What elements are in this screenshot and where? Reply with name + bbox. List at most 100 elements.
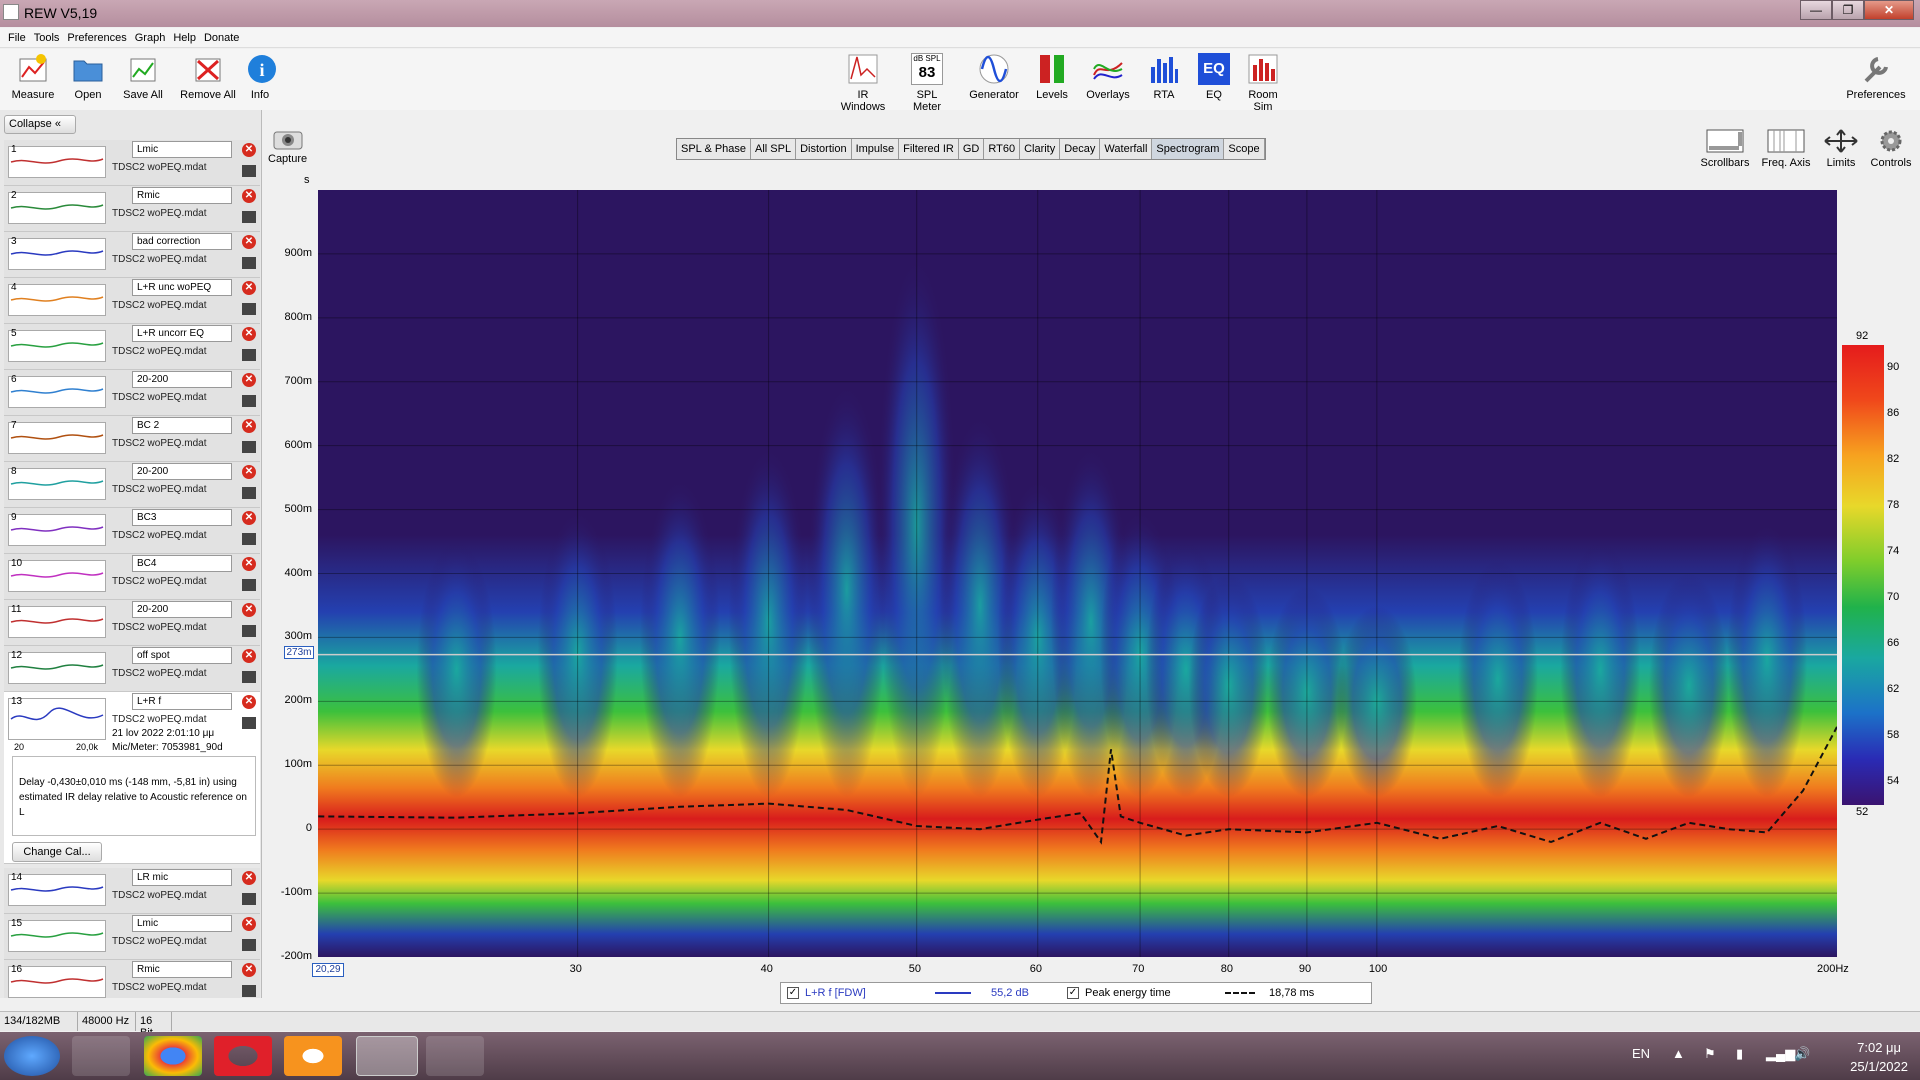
measurement-name-field[interactable]: Lmic — [132, 915, 232, 932]
tab-gd[interactable]: GD — [959, 139, 985, 159]
measurement-item[interactable]: 16 Rmic ✕ TDSC2 woPEQ.mdat — [4, 960, 260, 998]
lock-icon[interactable] — [242, 985, 256, 997]
measurement-name-field[interactable]: bad correction — [132, 233, 232, 250]
remove-measurement-icon[interactable]: ✕ — [242, 465, 256, 479]
spl-meter-button[interactable]: dB SPL 83 SPL Meter — [902, 53, 952, 113]
rew-taskbar-icon[interactable] — [356, 1036, 418, 1076]
remove-measurement-icon[interactable]: ✕ — [242, 649, 256, 663]
overlays-button[interactable]: Overlays — [1084, 53, 1132, 101]
tab-rt60[interactable]: RT60 — [984, 139, 1021, 159]
menu-file[interactable]: File — [8, 32, 26, 44]
paint-taskbar-icon[interactable] — [426, 1036, 484, 1076]
start-button[interactable] — [4, 1036, 60, 1076]
signal-icon[interactable]: ▂▄▆ — [1766, 1046, 1795, 1062]
peak-checkbox[interactable]: ✓ — [1067, 987, 1079, 999]
measurement-item[interactable]: 15 Lmic ✕ TDSC2 woPEQ.mdat — [4, 914, 260, 960]
menu-tools[interactable]: Tools — [34, 32, 60, 44]
measurement-item[interactable]: 8 20-200 ✕ TDSC2 woPEQ.mdat — [4, 462, 260, 508]
lock-icon[interactable] — [242, 395, 256, 407]
remove-measurement-icon[interactable]: ✕ — [242, 189, 256, 203]
room-sim-button[interactable]: Room Sim — [1238, 53, 1288, 113]
measure-button[interactable]: Measure — [10, 53, 56, 101]
measurement-item[interactable]: 14 LR mic ✕ TDSC2 woPEQ.mdat — [4, 868, 260, 914]
save-all-button[interactable]: Save All — [120, 53, 166, 101]
lock-icon[interactable] — [242, 165, 256, 177]
lock-icon[interactable] — [242, 579, 256, 591]
measurement-name-field[interactable]: Rmic — [132, 961, 232, 978]
ir-windows-button[interactable]: IR Windows — [834, 53, 892, 113]
remove-measurement-icon[interactable]: ✕ — [242, 373, 256, 387]
change-cal-button[interactable]: Change Cal... — [12, 842, 102, 862]
freq-axis-button[interactable]: Freq. Axis — [1760, 128, 1812, 169]
remove-measurement-icon[interactable]: ✕ — [242, 557, 256, 571]
measurement-item[interactable]: 5 L+R uncorr EQ ✕ TDSC2 woPEQ.mdat — [4, 324, 260, 370]
remove-measurement-icon[interactable]: ✕ — [242, 871, 256, 885]
measurement-name-field[interactable]: LR mic — [132, 869, 232, 886]
info-button[interactable]: i Info — [246, 53, 276, 101]
tab-waterfall[interactable]: Waterfall — [1100, 139, 1153, 159]
measurement-item[interactable]: 7 BC 2 ✕ TDSC2 woPEQ.mdat — [4, 416, 260, 462]
clock[interactable]: 7:02 μμ 25/1/2022 — [1850, 1038, 1908, 1076]
remove-measurement-icon[interactable]: ✕ — [242, 235, 256, 249]
tab-scope[interactable]: Scope — [1224, 139, 1265, 159]
measurement-name-field[interactable]: L+R uncorr EQ — [132, 325, 232, 342]
measurement-item[interactable]: 12 off spot ✕ TDSC2 woPEQ.mdat — [4, 646, 260, 692]
remove-measurement-icon[interactable]: ✕ — [242, 419, 256, 433]
minimize-button[interactable]: — — [1800, 0, 1832, 20]
remove-measurement-icon[interactable]: ✕ — [242, 963, 256, 977]
remove-measurement-icon[interactable]: ✕ — [242, 695, 256, 709]
lock-icon[interactable] — [242, 717, 256, 729]
remove-measurement-icon[interactable]: ✕ — [242, 917, 256, 931]
remove-all-button[interactable]: Remove All — [178, 53, 238, 101]
selected-measurement[interactable]: 13 20 20,0k L+R f ✕ TDSC2 woPEQ.mdat 21 lov 20… — [4, 692, 260, 864]
lock-icon[interactable] — [242, 441, 256, 453]
limits-button[interactable]: Limits — [1822, 128, 1860, 169]
lock-icon[interactable] — [242, 533, 256, 545]
tab-clarity[interactable]: Clarity — [1020, 139, 1061, 159]
remove-measurement-icon[interactable]: ✕ — [242, 143, 256, 157]
language-indicator[interactable]: EN — [1632, 1046, 1650, 1061]
volume-icon[interactable]: 🔊 — [1794, 1046, 1810, 1062]
measurement-item[interactable]: 9 BC3 ✕ TDSC2 woPEQ.mdat — [4, 508, 260, 554]
measurement-name-field[interactable]: L+R unc woPEQ — [132, 279, 232, 296]
measurement-name-field[interactable]: Rmic — [132, 187, 232, 204]
measurement-item[interactable]: 4 L+R unc woPEQ ✕ TDSC2 woPEQ.mdat — [4, 278, 260, 324]
open-button[interactable]: Open — [70, 53, 106, 101]
lock-icon[interactable] — [242, 257, 256, 269]
measurement-item[interactable]: 3 bad correction ✕ TDSC2 woPEQ.mdat — [4, 232, 260, 278]
measurement-name-field[interactable]: 20-200 — [132, 601, 232, 618]
menu-preferences[interactable]: Preferences — [67, 32, 126, 44]
scrollbars-button[interactable]: Scrollbars — [1698, 128, 1752, 169]
measurement-name-field[interactable]: off spot — [132, 647, 232, 664]
tab-filtered-ir[interactable]: Filtered IR — [899, 139, 959, 159]
lock-icon[interactable] — [242, 349, 256, 361]
measurement-name-field[interactable]: BC 2 — [132, 417, 232, 434]
remove-measurement-icon[interactable]: ✕ — [242, 511, 256, 525]
remove-measurement-icon[interactable]: ✕ — [242, 327, 256, 341]
maximize-button[interactable]: ❐ — [1832, 0, 1864, 20]
tab-spl-phase[interactable]: SPL & Phase — [677, 139, 752, 159]
menu-graph[interactable]: Graph — [135, 32, 166, 44]
collapse-button[interactable]: Collapse « — [4, 115, 76, 134]
capture-button[interactable]: Capture — [268, 128, 307, 165]
measurement-item[interactable]: 10 BC4 ✕ TDSC2 woPEQ.mdat — [4, 554, 260, 600]
rta-button[interactable]: RTA — [1148, 53, 1180, 101]
tab-distortion[interactable]: Distortion — [796, 139, 852, 159]
lock-icon[interactable] — [242, 625, 256, 637]
controls-button[interactable]: Controls — [1866, 128, 1916, 169]
lock-icon[interactable] — [242, 939, 256, 951]
measurement-name-field[interactable]: BC3 — [132, 509, 232, 526]
tray-arrow-icon[interactable]: ▲ — [1672, 1046, 1685, 1061]
measurement-name-field[interactable]: BC4 — [132, 555, 232, 572]
network-icon[interactable]: ▮ — [1736, 1046, 1743, 1062]
menu-donate[interactable]: Donate — [204, 32, 239, 44]
lock-icon[interactable] — [242, 303, 256, 315]
remove-measurement-icon[interactable]: ✕ — [242, 281, 256, 295]
spectrogram-plot[interactable] — [318, 190, 1837, 957]
eq-button[interactable]: EQ EQ — [1198, 53, 1230, 101]
lock-icon[interactable] — [242, 487, 256, 499]
tab-decay[interactable]: Decay — [1060, 139, 1101, 159]
lock-icon[interactable] — [242, 893, 256, 905]
measurement-item[interactable]: 6 20-200 ✕ TDSC2 woPEQ.mdat — [4, 370, 260, 416]
series-checkbox[interactable]: ✓ — [787, 987, 799, 999]
